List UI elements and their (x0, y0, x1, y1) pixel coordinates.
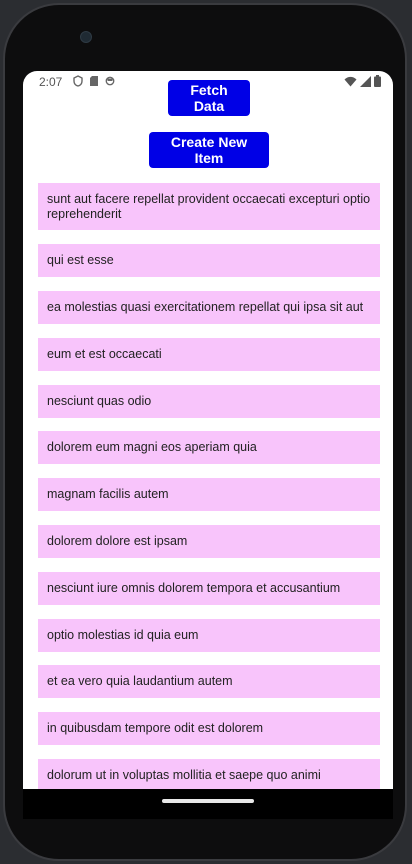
list-item[interactable]: dolorem eum magni eos aperiam quia (38, 431, 380, 464)
status-system-icons (344, 75, 381, 87)
list-item[interactable]: optio molestias id quia eum (38, 619, 380, 652)
list-item[interactable]: nesciunt quas odio (38, 385, 380, 418)
list-item[interactable]: in quibusdam tempore odit est dolorem (38, 712, 380, 745)
shield-icon (73, 75, 83, 87)
circle-status-icon (105, 76, 115, 86)
list-item[interactable]: et ea vero quia laudantium autem (38, 665, 380, 698)
list-item[interactable]: dolorem dolore est ipsam (38, 525, 380, 558)
app-screen: 2:07 Fetch Data Create New Item sunt aut… (23, 71, 393, 789)
status-notification-icons (73, 75, 115, 87)
list-item[interactable]: sunt aut facere repellat provident occae… (38, 183, 380, 230)
gesture-nav-bar (23, 789, 393, 819)
battery-icon (374, 75, 381, 87)
front-camera (80, 31, 92, 43)
list-item[interactable]: qui est esse (38, 244, 380, 277)
list-item[interactable]: dolorum ut in voluptas mollitia et saepe… (38, 759, 380, 789)
home-indicator[interactable] (162, 799, 254, 803)
list-item[interactable]: ea molestias quasi exercitationem repell… (38, 291, 380, 324)
list-item[interactable]: magnam facilis autem (38, 478, 380, 511)
signal-icon (360, 75, 371, 87)
status-time: 2:07 (39, 75, 63, 89)
sd-card-icon (90, 76, 98, 86)
fetch-data-button[interactable]: Fetch Data (168, 80, 250, 116)
phone-frame: 2:07 Fetch Data Create New Item sunt aut… (3, 3, 407, 861)
list-item[interactable]: eum et est occaecati (38, 338, 380, 371)
wifi-icon (344, 76, 357, 86)
create-new-item-button[interactable]: Create New Item (149, 132, 269, 168)
list-item[interactable]: nesciunt iure omnis dolorem tempora et a… (38, 572, 380, 605)
